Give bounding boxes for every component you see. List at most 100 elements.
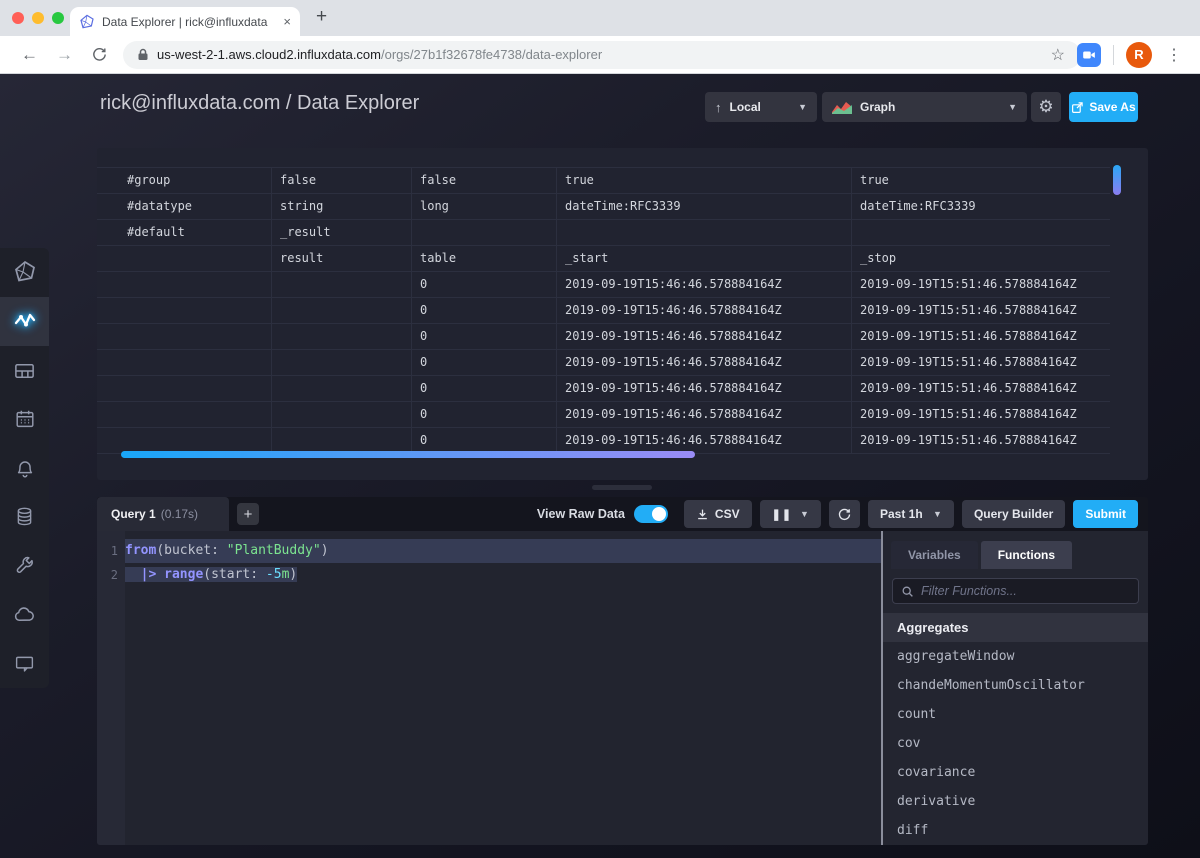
function-list-item[interactable]: aggregateWindow xyxy=(883,642,1148,671)
table-row: #group false false true true xyxy=(97,168,1110,194)
calendar-icon xyxy=(14,408,36,430)
save-as-label: Save As xyxy=(1089,100,1135,114)
flux-editor[interactable]: 12 from(bucket: "PlantBuddy") |> range(s… xyxy=(97,531,881,845)
view-raw-data-toggle[interactable] xyxy=(634,505,668,523)
forward-icon[interactable]: → xyxy=(56,45,73,65)
csv-download-button[interactable]: CSV xyxy=(684,500,752,528)
lock-icon xyxy=(137,48,149,61)
tab-close-icon[interactable]: × xyxy=(283,15,291,28)
bookmark-star-icon[interactable]: ☆ xyxy=(1051,45,1065,65)
timezone-dropdown[interactable]: ↑ Local ▼ xyxy=(705,92,817,122)
traffic-light-close[interactable] xyxy=(12,12,24,24)
function-list-item[interactable]: diff xyxy=(883,816,1148,845)
time-range-dropdown[interactable]: Past 1h ▼ xyxy=(868,500,954,528)
pause-icon: ❚❚ xyxy=(772,508,792,521)
table-cell: table xyxy=(412,246,557,271)
filter-functions-input[interactable] xyxy=(921,584,1130,598)
function-list-item[interactable]: derivative xyxy=(883,787,1148,816)
toggle-knob xyxy=(652,507,666,521)
url-text: us-west-2-1.aws.cloud2.influxdata.com/or… xyxy=(157,47,602,62)
panel-resize-handle[interactable] xyxy=(592,485,652,490)
query-toolbar: Query 1 (0.17s) + View Raw Data CSV ❚❚ ▼ xyxy=(97,497,1148,531)
sidebar-item-alerts[interactable] xyxy=(0,444,49,493)
browser-tab[interactable]: Data Explorer | rick@influxdata × xyxy=(70,7,300,36)
save-as-button[interactable]: Save As xyxy=(1069,92,1138,122)
dashboards-grid-icon xyxy=(13,359,36,382)
graph-thumbnail-icon xyxy=(832,100,852,114)
code-area[interactable]: from(bucket: "PlantBuddy") |> range(star… xyxy=(125,531,881,845)
code-line[interactable]: |> range(start: -5m) xyxy=(125,563,881,587)
function-list-item[interactable]: count xyxy=(883,700,1148,729)
browser-menu-icon[interactable]: ⋮ xyxy=(1166,45,1182,65)
add-query-button[interactable]: + xyxy=(237,503,259,525)
table-cell xyxy=(97,272,272,297)
table-cell: 0 xyxy=(412,298,557,323)
functions-panel-tabs: Variables Functions xyxy=(883,531,1148,569)
table-cell: 0 xyxy=(412,376,557,401)
function-list-item[interactable]: covariance xyxy=(883,758,1148,787)
filter-functions-search[interactable] xyxy=(892,578,1139,604)
sidebar-item-settings[interactable] xyxy=(0,541,49,590)
submit-button[interactable]: Submit xyxy=(1073,500,1138,528)
tab-variables[interactable]: Variables xyxy=(891,541,978,569)
sidebar-item-data-explorer[interactable] xyxy=(0,297,49,346)
query-builder-button[interactable]: Query Builder xyxy=(962,500,1065,528)
gear-icon: ⚙ xyxy=(1038,97,1053,117)
chevron-down-icon: ▼ xyxy=(800,509,809,519)
refresh-icon xyxy=(837,507,852,522)
table-cell: 2019-09-19T15:46:46.578884164Z xyxy=(557,324,852,349)
visualization-type-dropdown[interactable]: Graph ▼ xyxy=(822,92,1027,122)
table-cell: 2019-09-19T15:51:46.578884164Z xyxy=(852,376,1110,401)
line-number: 2 xyxy=(97,563,125,587)
profile-avatar[interactable]: R xyxy=(1126,42,1152,68)
sidebar-item-feedback[interactable] xyxy=(0,639,49,688)
pause-button[interactable]: ❚❚ ▼ xyxy=(760,500,821,528)
traffic-light-zoom[interactable] xyxy=(52,12,64,24)
code-token: ) xyxy=(321,543,329,558)
chevron-down-icon: ▼ xyxy=(1008,102,1017,112)
vertical-scrollbar-thumb[interactable] xyxy=(1113,165,1121,195)
table-cell xyxy=(97,402,272,427)
refresh-button[interactable] xyxy=(829,500,860,528)
table-cell xyxy=(97,350,272,375)
back-icon[interactable]: ← xyxy=(21,45,38,65)
new-tab-button[interactable]: + xyxy=(316,6,327,28)
tab-functions[interactable]: Functions xyxy=(981,541,1072,569)
sidebar-item-load-data[interactable] xyxy=(0,492,49,541)
bell-icon xyxy=(14,457,36,479)
table-cell xyxy=(272,298,412,323)
cloud-icon xyxy=(13,603,36,626)
sidebar-item-dashboards[interactable] xyxy=(0,346,49,395)
table-cell xyxy=(272,376,412,401)
table-cell: #group xyxy=(97,168,272,193)
arrow-up-icon: ↑ xyxy=(715,100,722,115)
query-tab-duration: (0.17s) xyxy=(161,507,198,521)
settings-gear-button[interactable]: ⚙ xyxy=(1031,92,1061,122)
code-token xyxy=(125,567,141,582)
table-cell xyxy=(272,402,412,427)
wrench-icon xyxy=(14,555,35,576)
code-token: ) xyxy=(289,567,297,582)
gutter: 12 xyxy=(97,531,125,845)
table-cell: true xyxy=(557,168,852,193)
horizontal-scrollbar-thumb[interactable] xyxy=(121,451,695,458)
zoom-extension-icon[interactable] xyxy=(1077,43,1101,67)
browser-tabstrip: Data Explorer | rick@influxdata × + xyxy=(0,0,1200,36)
table-row: 0 2019-09-19T15:46:46.578884164Z 2019-09… xyxy=(97,272,1110,298)
table-cell: _stop xyxy=(852,246,1110,271)
chevron-down-icon: ▼ xyxy=(933,509,942,519)
url-bar[interactable]: us-west-2-1.aws.cloud2.influxdata.com/or… xyxy=(123,41,1081,69)
sidebar-item-influxdb-logo[interactable] xyxy=(0,248,49,297)
function-list-item[interactable]: chandeMomentumOscillator xyxy=(883,671,1148,700)
code-line[interactable]: from(bucket: "PlantBuddy") xyxy=(125,539,881,563)
sidebar-item-tasks[interactable] xyxy=(0,395,49,444)
traffic-light-minimize[interactable] xyxy=(32,12,44,24)
sidebar-item-usage[interactable] xyxy=(0,590,49,639)
function-list-item[interactable]: cov xyxy=(883,729,1148,758)
influxdb-favicon-icon xyxy=(79,14,95,30)
query-tab[interactable]: Query 1 (0.17s) xyxy=(97,497,229,531)
download-icon xyxy=(696,508,709,521)
database-icon xyxy=(14,506,35,527)
reload-icon[interactable] xyxy=(91,46,108,63)
raw-data-panel: #group false false true true #datatype s… xyxy=(97,148,1148,480)
